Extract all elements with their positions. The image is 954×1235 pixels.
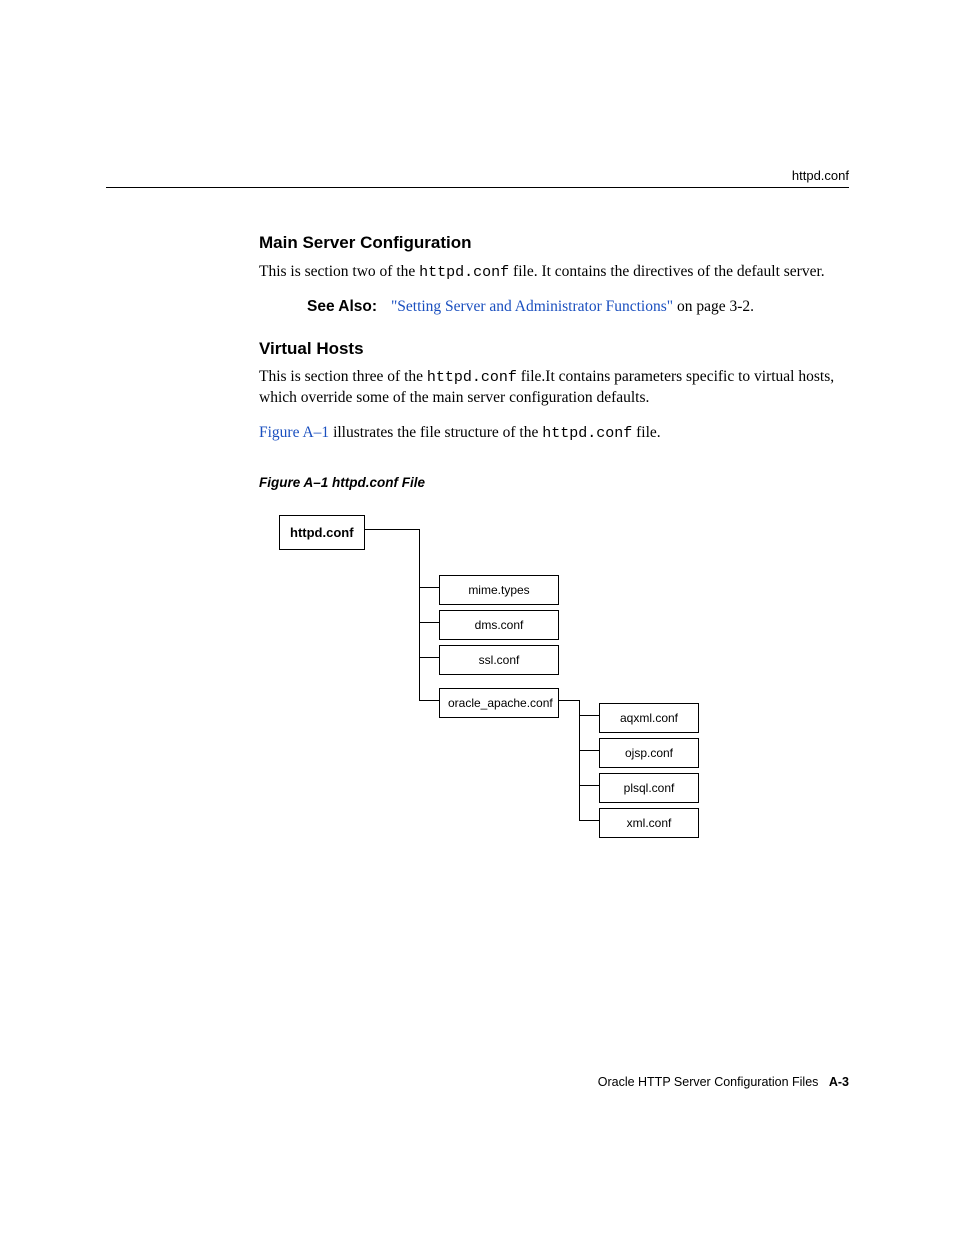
- diagram-connector: [579, 700, 580, 820]
- text: This is section two of the: [259, 263, 419, 280]
- file-structure-diagram: httpd.conf mime.types dms.conf ssl.conf …: [279, 505, 849, 835]
- diagram-box-level1: ssl.conf: [439, 645, 559, 675]
- header-rule: [106, 187, 849, 188]
- diagram-connector: [579, 785, 599, 786]
- see-also-tail: on page 3-2.: [673, 298, 754, 315]
- main-server-paragraph: This is section two of the httpd.conf fi…: [259, 262, 849, 283]
- figure-link[interactable]: Figure A–1: [259, 424, 329, 441]
- section-heading-main-server: Main Server Configuration: [259, 230, 849, 256]
- diagram-box-level2: plsql.conf: [599, 773, 699, 803]
- page-footer: Oracle HTTP Server Configuration Files A…: [598, 1073, 849, 1092]
- diagram-connector: [579, 715, 599, 716]
- diagram-box-root: httpd.conf: [279, 515, 365, 551]
- see-also-link[interactable]: "Setting Server and Administrator Functi…: [391, 298, 673, 315]
- page-number: A-3: [829, 1075, 849, 1089]
- diagram-connector: [419, 657, 439, 658]
- text: file. It contains the directives of the …: [509, 263, 824, 280]
- code-literal: httpd.conf: [542, 425, 632, 442]
- diagram-connector: [559, 700, 579, 701]
- diagram-box-level2: ojsp.conf: [599, 738, 699, 768]
- text: This is section three of the: [259, 368, 427, 385]
- diagram-box-level2: aqxml.conf: [599, 703, 699, 733]
- diagram-box-level1: mime.types: [439, 575, 559, 605]
- page-content: Main Server Configuration This is sectio…: [259, 230, 849, 835]
- code-literal: httpd.conf: [419, 264, 509, 281]
- text: illustrates the file structure of the: [329, 424, 542, 441]
- text: file.: [632, 424, 660, 441]
- diagram-connector: [419, 587, 439, 588]
- running-head: httpd.conf: [792, 166, 849, 186]
- see-also-label: See Also:: [307, 298, 377, 315]
- virtual-hosts-paragraph-1: This is section three of the httpd.conf …: [259, 367, 849, 409]
- virtual-hosts-paragraph-2: Figure A–1 illustrates the file structur…: [259, 423, 849, 444]
- diagram-box-level1: dms.conf: [439, 610, 559, 640]
- figure-caption: Figure A–1 httpd.conf File: [259, 473, 849, 493]
- see-also-block: See Also: "Setting Server and Administra…: [307, 297, 787, 318]
- diagram-box-level2: xml.conf: [599, 808, 699, 838]
- diagram-connector: [579, 750, 599, 751]
- diagram-connector: [419, 529, 420, 701]
- diagram-connector: [364, 529, 419, 530]
- diagram-box-level1: oracle_apache.conf: [439, 688, 559, 718]
- diagram-connector: [419, 622, 439, 623]
- footer-text: Oracle HTTP Server Configuration Files: [598, 1075, 819, 1089]
- code-literal: httpd.conf: [427, 369, 517, 386]
- diagram-connector: [579, 820, 599, 821]
- section-heading-virtual-hosts: Virtual Hosts: [259, 336, 849, 362]
- diagram-connector: [419, 700, 439, 701]
